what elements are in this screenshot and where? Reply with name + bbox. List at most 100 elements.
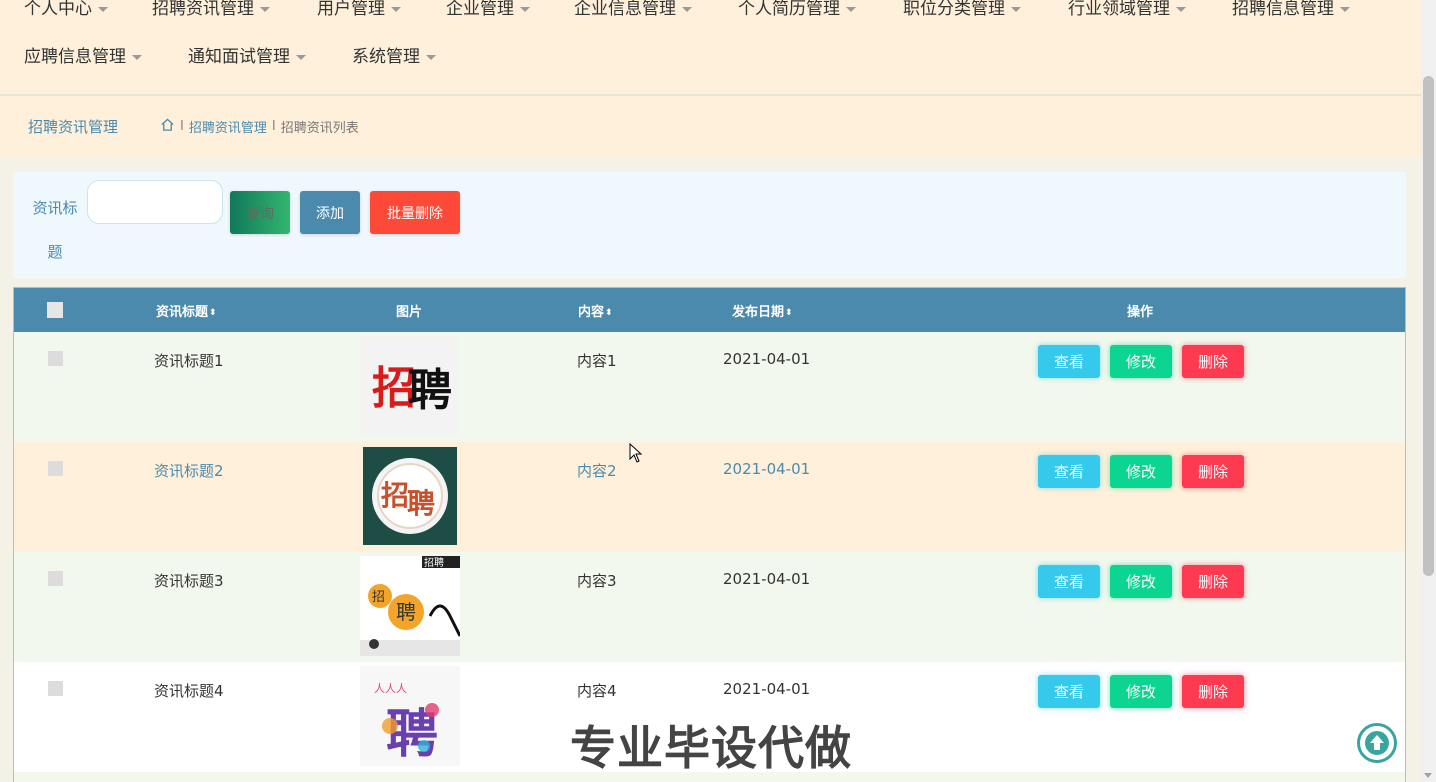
chevron-down-icon (296, 54, 306, 60)
nav-item-interviews[interactable]: 通知面试管理 (188, 42, 306, 67)
nav-item-company-info[interactable]: 企业信息管理 (574, 0, 692, 19)
table-row: 资讯标题1 招 聘 内容1 2021-04-01 查看 修改 删除 (14, 332, 1405, 442)
nav-item-industries[interactable]: 行业领域管理 (1068, 0, 1186, 19)
chevron-down-icon (1340, 6, 1350, 12)
news-thumbnail[interactable]: 人人人 聘 (360, 666, 460, 766)
svg-text:聘: 聘 (407, 487, 435, 520)
nav-item-job-categories[interactable]: 职位分类管理 (903, 0, 1021, 19)
svg-text:招: 招 (372, 590, 385, 605)
sort-icon[interactable]: ⬍ (209, 308, 217, 318)
cell-date: 2021-04-01 (723, 460, 811, 478)
nav-item-label: 应聘信息管理 (24, 47, 126, 67)
breadcrumb-item-list: 招聘资讯列表 (280, 121, 359, 136)
nav-item-label: 系统管理 (352, 47, 420, 67)
top-navigation: 个人中心 招聘资讯管理 用户管理 企业管理 企业信息管理 个人简历管理 职位分类… (0, 0, 1421, 94)
column-header-title[interactable]: 资讯标题⬍ (156, 301, 217, 320)
row-checkbox[interactable] (48, 571, 63, 586)
query-button[interactable]: 查询 (230, 191, 290, 234)
chevron-down-icon (391, 6, 401, 12)
nav-item-label: 个人中心 (24, 0, 92, 19)
cell-title: 资讯标题2 (154, 462, 224, 480)
nav-item-applications[interactable]: 应聘信息管理 (24, 42, 142, 67)
cell-title: 资讯标题1 (154, 352, 224, 370)
breadcrumb: I 招聘资讯管理 I 招聘资讯列表 (160, 117, 359, 136)
nav-item-label: 企业信息管理 (574, 0, 676, 19)
home-icon[interactable] (160, 117, 175, 136)
breadcrumb-separator: I (180, 119, 184, 134)
cell-content: 内容4 (577, 682, 617, 700)
view-button[interactable]: 查看 (1038, 455, 1100, 488)
news-thumbnail[interactable]: 招聘 招 聘 (360, 556, 462, 656)
watermark-text: 专业毕设代做 (570, 721, 852, 775)
row-checkbox[interactable] (48, 461, 63, 476)
breadcrumb-item-news[interactable]: 招聘资讯管理 (189, 117, 267, 136)
delete-button[interactable]: 删除 (1182, 455, 1244, 488)
nav-item-label: 招聘资讯管理 (152, 0, 254, 19)
select-all-checkbox[interactable] (47, 302, 63, 318)
page-title: 招聘资讯管理 (28, 118, 119, 136)
chevron-down-icon (260, 6, 270, 12)
arrow-up-icon (1365, 731, 1389, 755)
nav-item-users[interactable]: 用户管理 (317, 0, 401, 19)
delete-button[interactable]: 删除 (1182, 675, 1244, 708)
chevron-down-icon (682, 6, 692, 12)
cell-date: 2021-04-01 (723, 570, 811, 588)
batch-delete-button[interactable]: 批量删除 (370, 191, 460, 234)
view-button[interactable]: 查看 (1038, 675, 1100, 708)
sort-icon[interactable]: ⬍ (785, 308, 793, 318)
scrollbar-thumb[interactable] (1423, 76, 1434, 576)
add-button[interactable]: 添加 (300, 191, 360, 234)
mouse-cursor-icon (629, 442, 643, 467)
edit-button[interactable]: 修改 (1110, 565, 1172, 598)
chevron-down-icon (132, 54, 142, 60)
edit-button[interactable]: 修改 (1110, 345, 1172, 378)
nav-item-label: 企业管理 (446, 0, 514, 19)
search-input[interactable] (87, 180, 223, 224)
cell-content: 内容3 (577, 572, 617, 590)
edit-button[interactable]: 修改 (1110, 675, 1172, 708)
search-label: 资讯标题 (32, 199, 78, 261)
nav-item-news[interactable]: 招聘资讯管理 (152, 0, 270, 19)
column-header-date[interactable]: 发布日期⬍ (732, 301, 793, 320)
edit-button[interactable]: 修改 (1110, 455, 1172, 488)
row-checkbox[interactable] (48, 351, 63, 366)
news-thumbnail[interactable]: 招 聘 (363, 447, 457, 545)
cell-content: 内容1 (577, 352, 617, 370)
nav-item-label: 个人简历管理 (738, 0, 840, 19)
chevron-down-icon (1011, 6, 1021, 12)
cell-date: 2021-04-01 (723, 350, 811, 368)
cell-title: 资讯标题3 (154, 572, 224, 590)
nav-item-label: 招聘信息管理 (1232, 0, 1334, 19)
table-header: 资讯标题⬍ 图片 内容⬍ 发布日期⬍ 操作 (14, 288, 1405, 332)
view-button[interactable]: 查看 (1038, 565, 1100, 598)
chevron-down-icon (846, 6, 856, 12)
column-header-content[interactable]: 内容⬍ (578, 301, 613, 320)
nav-item-system[interactable]: 系统管理 (352, 42, 436, 67)
svg-text:招: 招 (381, 479, 409, 512)
svg-text:招聘: 招聘 (424, 556, 444, 569)
breadcrumb-bar: 招聘资讯管理 I 招聘资讯管理 I 招聘资讯列表 (0, 96, 1421, 158)
view-button[interactable]: 查看 (1038, 345, 1100, 378)
column-header-label: 内容 (578, 305, 605, 320)
nav-item-resumes[interactable]: 个人简历管理 (738, 0, 856, 19)
table-row: 资讯标题2 招 聘 内容2 2021-04-01 查看 修改 删除 (14, 442, 1405, 552)
search-panel: 资讯标题 查询 添加 批量删除 (13, 172, 1406, 278)
nav-item-personal-center[interactable]: 个人中心 (24, 0, 108, 19)
chevron-down-icon (426, 54, 436, 60)
scroll-down-arrow-icon[interactable] (1424, 773, 1432, 778)
nav-item-companies[interactable]: 企业管理 (446, 0, 530, 19)
news-table: 资讯标题⬍ 图片 内容⬍ 发布日期⬍ 操作 资讯标题1 招 聘 内容1 2021… (13, 287, 1406, 782)
column-header-image: 图片 (396, 305, 423, 320)
svg-text:聘: 聘 (396, 600, 416, 624)
sort-icon[interactable]: ⬍ (605, 308, 613, 318)
news-thumbnail[interactable]: 招 聘 (360, 337, 458, 435)
delete-button[interactable]: 删除 (1182, 565, 1244, 598)
chevron-down-icon (98, 6, 108, 12)
nav-item-recruitment[interactable]: 招聘信息管理 (1232, 0, 1350, 19)
row-checkbox[interactable] (48, 681, 63, 696)
breadcrumb-separator: I (271, 119, 276, 134)
delete-button[interactable]: 删除 (1182, 345, 1244, 378)
nav-item-label: 职位分类管理 (903, 0, 1005, 19)
back-to-top-button[interactable] (1357, 723, 1397, 763)
page-scrollbar[interactable] (1421, 0, 1436, 782)
